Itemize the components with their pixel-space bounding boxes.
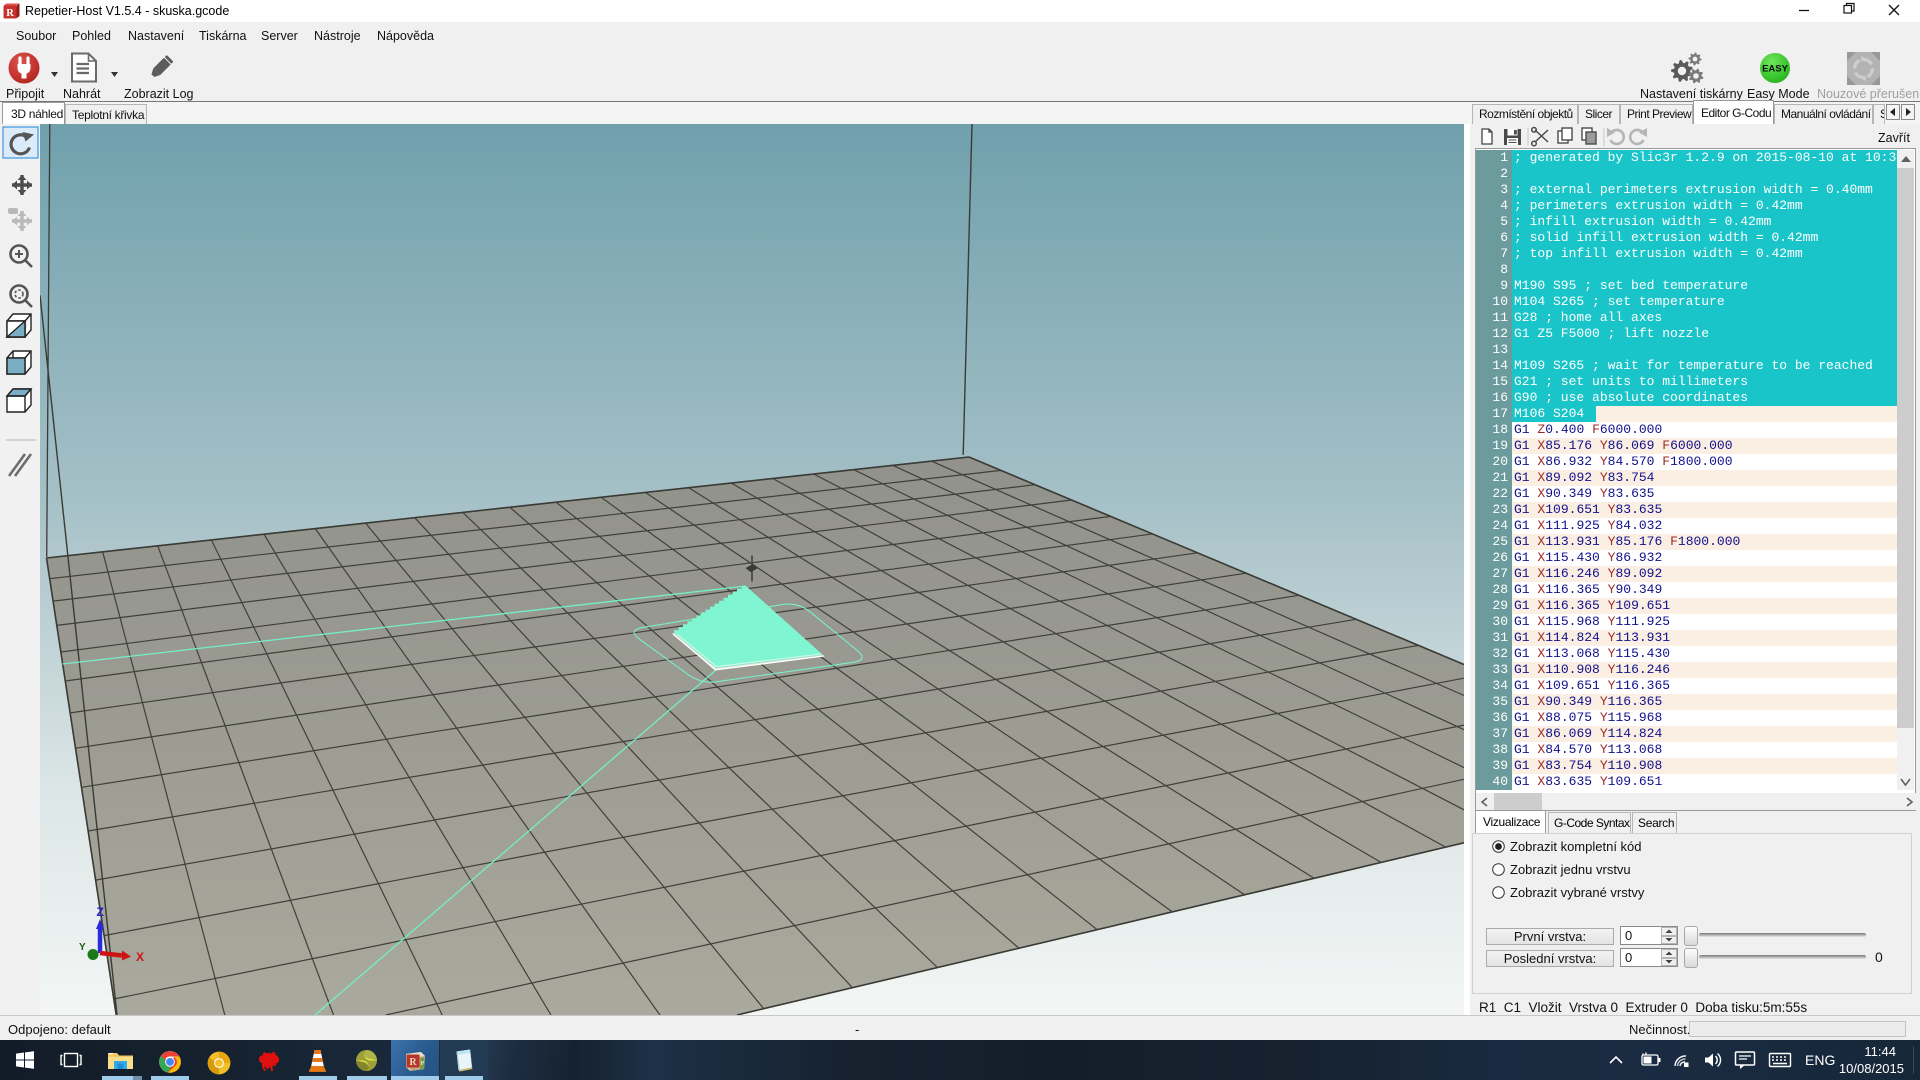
svg-text:R: R <box>409 1057 417 1068</box>
svg-text:Z: Z <box>97 905 104 919</box>
svg-text:Y: Y <box>79 942 86 953</box>
svg-text:R: R <box>6 8 14 19</box>
svg-text:EASY: EASY <box>1762 64 1789 75</box>
svg-text:X: X <box>136 950 144 964</box>
svg-text:P: P <box>421 1060 425 1067</box>
